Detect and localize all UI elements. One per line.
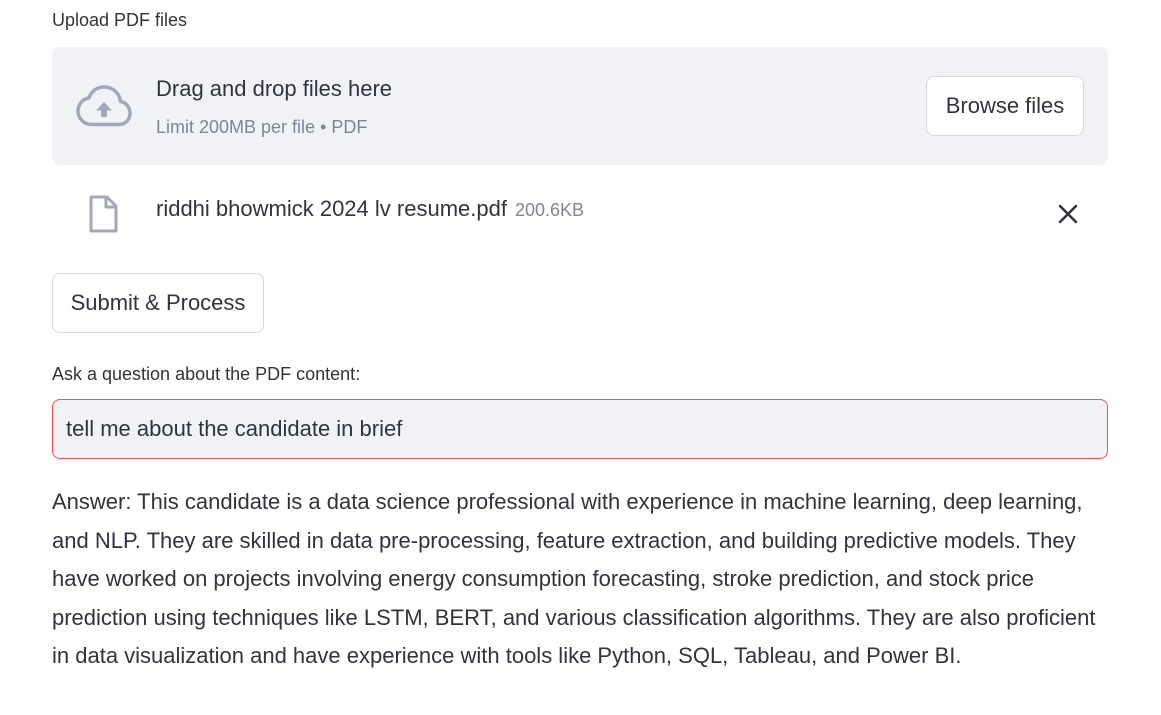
- dropzone-title: Drag and drop files here: [156, 76, 393, 101]
- file-size: 200.6KB: [514, 200, 585, 220]
- answer-text: Answer: This candidate is a data science…: [52, 489, 1096, 668]
- question-input[interactable]: [52, 399, 1108, 459]
- browse-files-button[interactable]: Browse files: [926, 76, 1084, 136]
- close-icon[interactable]: [1056, 202, 1080, 226]
- uploaded-file-row: riddhi bhowmick 2024 lv resume.pdf 200.6K…: [52, 190, 1108, 236]
- uploaded-file-name: riddhi bhowmick 2024 lv resume.pdf 200.6K…: [156, 196, 584, 222]
- question-label: Ask a question about the PDF content:: [52, 364, 361, 384]
- cloud-upload-icon: [76, 85, 132, 127]
- file-name-text: riddhi bhowmick 2024 lv resume.pdf: [156, 196, 507, 221]
- dropzone-limit-text: Limit 200MB per file • PDF: [156, 117, 368, 137]
- file-dropzone[interactable]: Drag and drop files here Limit 200MB per…: [52, 47, 1108, 165]
- uploader-label: Upload PDF files: [52, 10, 188, 30]
- file-icon: [89, 195, 118, 233]
- submit-process-button[interactable]: Submit & Process: [52, 273, 264, 333]
